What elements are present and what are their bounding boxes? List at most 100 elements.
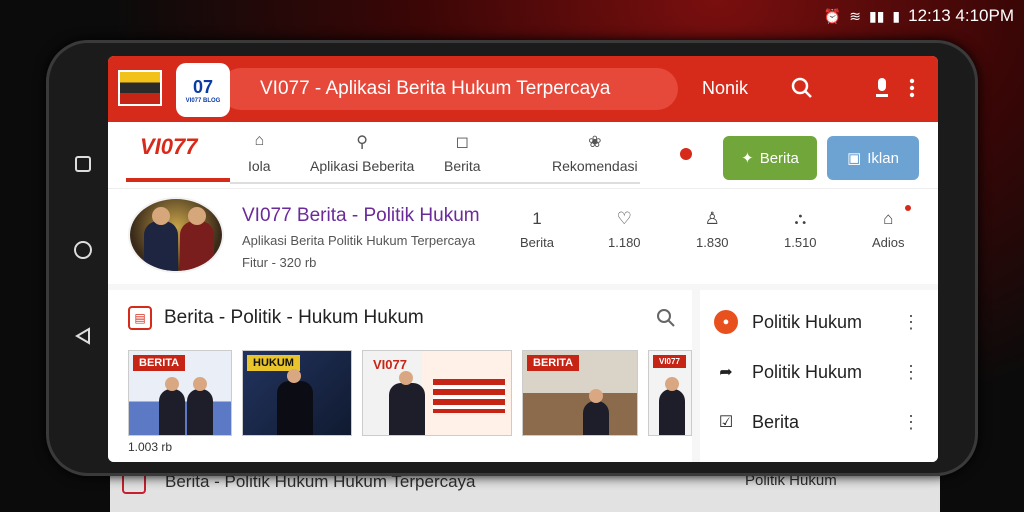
- news-icon: ▤: [128, 306, 152, 330]
- thumbnail-label: BERITA: [527, 355, 580, 371]
- feed-caption: 1.003 rb: [128, 440, 173, 454]
- news-feed: ▤ Berita - Politik - Hukum Hukum BERITA …: [108, 290, 692, 462]
- channel-profile: VI077 Berita - Politik Hukum Aplikasi Be…: [108, 188, 938, 284]
- app-screen: VI077 - Aplikasi Berita Hukum Terpercaya…: [108, 56, 938, 462]
- thumbnail-headline: [433, 379, 505, 413]
- search-text: VI077 - Aplikasi Berita Hukum Terpercaya: [260, 78, 611, 99]
- stat-label: 1.180: [608, 235, 641, 250]
- stat-views[interactable]: ⛬ 1.510: [784, 209, 817, 250]
- stat-likes[interactable]: ♡ 1.180: [608, 209, 641, 250]
- more-vert-icon[interactable]: [898, 74, 926, 102]
- checkbox-icon: ☑: [718, 414, 734, 431]
- thumbnail-figure: [187, 389, 213, 435]
- side-item-politik-hukum-2[interactable]: ➦ Politik Hukum ⋮: [714, 354, 934, 390]
- side-item-label: Politik Hukum: [752, 361, 863, 382]
- stat-followers[interactable]: ♙ 1.830: [696, 209, 729, 250]
- side-item-label: Berita: [752, 411, 800, 432]
- wifi-icon: ≋: [849, 7, 861, 24]
- signal-icon: ▮▮: [869, 7, 885, 24]
- video-thumbnail[interactable]: BERITA: [128, 350, 232, 436]
- thumbnail-label: BERITA: [133, 355, 186, 371]
- feed-header: ▤ Berita - Politik - Hukum Hukum: [128, 306, 424, 330]
- number-icon: 1: [532, 209, 542, 228]
- thumbnail-label: VI077: [653, 355, 686, 368]
- status-bar: ⏰ ≋ ▮▮ ▮ 12:13 4:10PM: [824, 4, 1014, 28]
- bell-icon: ✦: [741, 150, 754, 167]
- thumbnail-figure: [389, 383, 425, 435]
- user-name[interactable]: Nonik: [702, 78, 748, 99]
- more-vert-icon[interactable]: ⋮: [902, 312, 920, 333]
- channel-meta: Fitur - 320 rb: [242, 255, 317, 270]
- more-vert-icon[interactable]: ⋮: [902, 412, 920, 433]
- video-thumbnail[interactable]: HUKUM: [242, 350, 352, 436]
- microphone-icon[interactable]: [868, 74, 896, 102]
- video-thumbnail[interactable]: VI077: [648, 350, 692, 436]
- avatar-figure: [180, 221, 214, 271]
- tab-row: VI077 ⌂ Iola ⚲ Aplikasi Beberita ◻ Berit…: [108, 122, 938, 188]
- notification-dot: [904, 205, 911, 211]
- home-nav-icon[interactable]: [69, 236, 97, 264]
- logo-text: 07: [192, 76, 214, 97]
- side-menu: ● Politik Hukum ⋮ ➦ Politik Hukum ⋮ ☑ Be…: [700, 290, 938, 462]
- video-thumbnail[interactable]: BERITA: [522, 350, 638, 436]
- logo-subtext: VI077 BLOG: [185, 97, 221, 104]
- tab-label: Rekomendasi: [552, 158, 638, 174]
- home-icon: ⌂: [254, 132, 265, 149]
- home-icon: ⌂: [883, 205, 911, 228]
- brand-tab[interactable]: VI077: [140, 134, 198, 160]
- thumbnail-head: [665, 377, 679, 391]
- badge-icon: ●: [714, 310, 738, 334]
- thumbnail-head: [193, 377, 207, 391]
- thumbnail-figure: [659, 389, 685, 435]
- video-thumbnail[interactable]: VI077: [362, 350, 512, 436]
- tab-aplikasi[interactable]: ⚲ Aplikasi Beberita: [310, 132, 414, 174]
- tab-divider: [230, 182, 640, 184]
- stat-label: Berita: [520, 235, 554, 250]
- berita-button-label: Berita: [759, 149, 799, 167]
- more-vert-icon[interactable]: ⋮: [902, 362, 920, 383]
- user-icon: ♙: [704, 209, 720, 228]
- recents-icon[interactable]: [69, 150, 97, 178]
- berita-button[interactable]: ✦ Berita: [723, 136, 817, 180]
- thumbnail-head: [399, 371, 413, 385]
- thumbnail-figure: [159, 389, 185, 435]
- tab-rekomendasi[interactable]: ❀ Rekomendasi: [552, 132, 638, 174]
- tab-label: Aplikasi Beberita: [310, 158, 415, 174]
- pin-icon: ⚲: [356, 134, 368, 151]
- thumbnail-head: [287, 369, 301, 383]
- stat-label: 1.510: [784, 235, 817, 250]
- side-item-berita[interactable]: ☑ Berita ⋮: [714, 404, 934, 440]
- person-icon: ⛬: [794, 209, 807, 228]
- tab-iola[interactable]: ⌂ Iola: [248, 132, 271, 174]
- search-bar[interactable]: VI077 - Aplikasi Berita Hukum Terpercaya: [220, 68, 678, 110]
- channel-title[interactable]: VI077 Berita - Politik Hukum: [242, 205, 480, 227]
- share-icon: ➦: [719, 364, 733, 381]
- thumbnail-head: [589, 389, 603, 403]
- stat-berita[interactable]: 1 Berita: [520, 209, 554, 250]
- avatar-head: [152, 207, 170, 225]
- iklan-button-label: Iklan: [867, 149, 899, 167]
- iklan-button[interactable]: ▣ Iklan: [827, 136, 919, 180]
- thumbnail-head: [165, 377, 179, 391]
- app-logo[interactable]: 07 VI077 BLOG: [176, 63, 230, 117]
- location-pin-icon[interactable]: [680, 148, 692, 160]
- bag-icon: ▣: [847, 150, 862, 167]
- thumbnail-figure: [277, 381, 313, 435]
- stat-label: 1.830: [696, 235, 729, 250]
- tab-label: Iola: [248, 158, 271, 174]
- back-icon[interactable]: [69, 322, 97, 350]
- square-icon: ◻: [455, 134, 469, 151]
- stat-adios[interactable]: ⌂ Adios: [872, 205, 911, 250]
- avatar-figure: [144, 221, 178, 271]
- side-item-label: Politik Hukum: [752, 311, 863, 332]
- side-item-politik-hukum[interactable]: ● Politik Hukum ⋮: [714, 304, 934, 340]
- search-icon[interactable]: [788, 74, 816, 102]
- feed-search-icon[interactable]: [656, 308, 676, 333]
- active-tab-indicator: [126, 178, 230, 182]
- avatar[interactable]: [128, 197, 224, 273]
- status-time: 12:13 4:10PM: [908, 6, 1014, 25]
- stat-label: Adios: [872, 235, 905, 250]
- app-bar: VI077 - Aplikasi Berita Hukum Terpercaya…: [108, 56, 938, 122]
- device-stage: ⏰ ≋ ▮▮ ▮ 12:13 4:10PM Berita - Politik H…: [0, 0, 1024, 512]
- tab-berita[interactable]: ◻ Berita: [444, 132, 481, 174]
